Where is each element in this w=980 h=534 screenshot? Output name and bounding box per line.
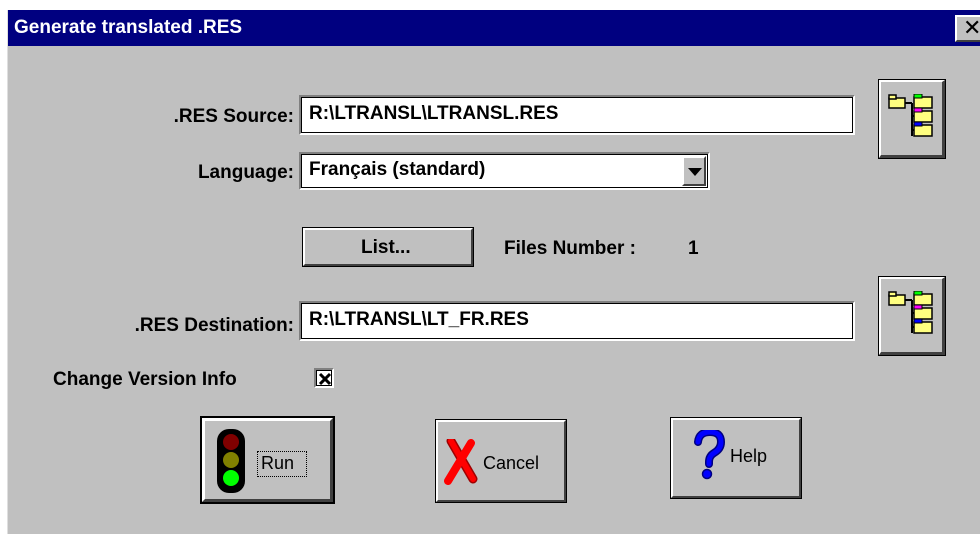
files-number-value: 1 [688,238,699,259]
cancel-button[interactable]: Cancel [435,419,567,503]
source-input[interactable]: R:\LTRANSL\LTRANSL.RES [299,95,855,135]
source-label: .RES Source: [173,106,294,127]
language-label: Language: [197,162,294,183]
question-mark-icon [694,430,725,480]
destination-input-value: R:\LTRANSL\LT_FR.RES [309,309,529,330]
traffic-light-icon [217,429,245,493]
help-button[interactable]: Help [670,417,802,499]
destination-input[interactable]: R:\LTRANSL\LT_FR.RES [299,301,855,341]
help-button-label: Help [730,446,768,466]
files-number-label: Files Number : [504,238,636,259]
change-version-checkbox[interactable] [314,368,334,388]
window-title: Generate translated .RES [14,17,243,38]
destination-label: .RES Destination: [134,315,294,336]
folder-tree-icon [888,291,933,334]
red-x-icon [444,439,478,485]
list-button-label: List... [361,237,411,258]
title-bar[interactable]: Generate translated .RES ✕ [8,10,980,46]
language-select-value: Français (standard) [309,159,486,180]
browse-destination-button[interactable] [878,276,946,356]
list-button[interactable]: List... [302,227,474,267]
close-icon: ✕ [963,15,980,40]
language-select[interactable]: Français (standard) [299,152,710,190]
chevron-down-icon[interactable] [682,156,706,186]
change-version-label: Change Version Info [53,369,237,390]
cancel-button-label: Cancel [483,453,540,473]
source-input-value: R:\LTRANSL\LTRANSL.RES [309,103,559,124]
checkmark-icon [318,372,332,386]
dialog-window: Generate translated .RES ✕ .RES Source: … [7,10,980,534]
close-button[interactable]: ✕ [955,15,980,42]
browse-source-button[interactable] [878,79,946,159]
run-button-label: Run [261,453,295,473]
folder-tree-icon [888,94,933,137]
run-button[interactable]: Run [200,416,335,504]
